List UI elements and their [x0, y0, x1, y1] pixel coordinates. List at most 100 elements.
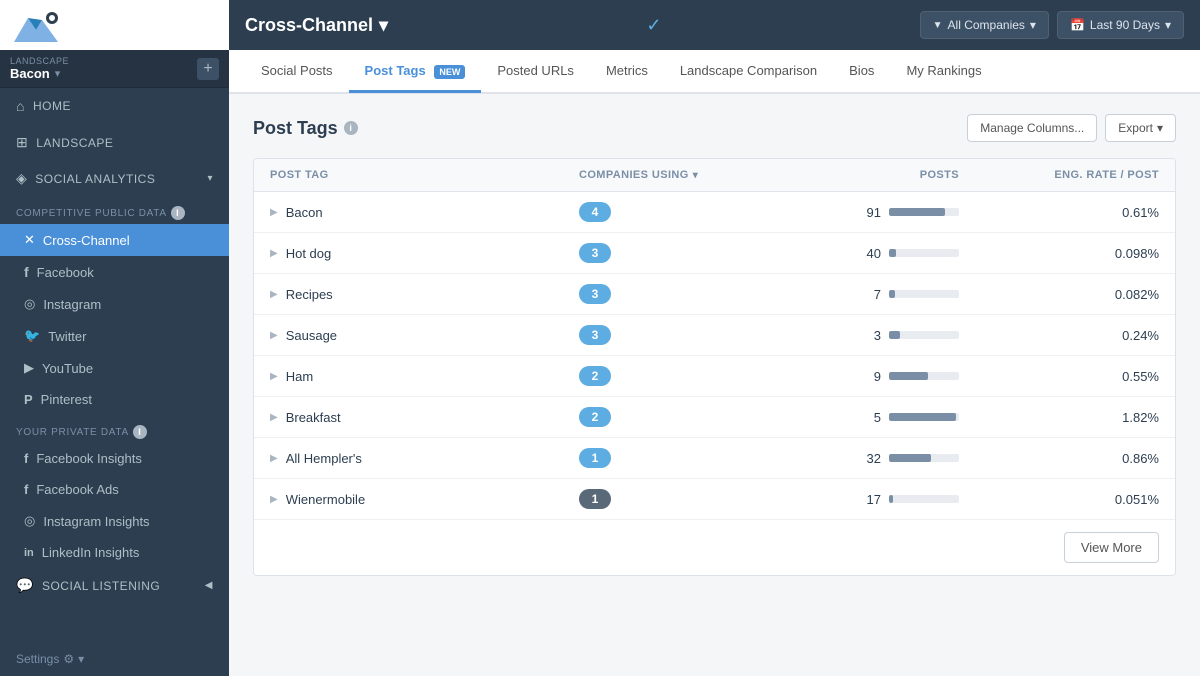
table-row: ▶ Bacon 4 91 0.61%: [254, 192, 1175, 233]
tag-cell-6: ▶ All Hempler's: [270, 451, 579, 466]
companies-cell-6: 1: [579, 448, 799, 468]
eng-cell-1: 0.098%: [959, 246, 1159, 261]
instagram-icon: ◎: [24, 296, 35, 312]
sidebar-item-instagram[interactable]: ◎ Instagram: [0, 288, 229, 320]
sidebar-item-pinterest[interactable]: P Pinterest: [0, 384, 229, 415]
main-content: Cross-Channel ▾ ✓ ▼ All Companies ▾ 📅 La…: [229, 0, 1200, 676]
tag-cell-3: ▶ Sausage: [270, 328, 579, 343]
sidebar-item-facebook[interactable]: f Facebook: [0, 256, 229, 288]
tag-name-7: Wienermobile: [286, 492, 365, 507]
youtube-icon: ▶: [24, 360, 34, 376]
tab-landscape-comparison[interactable]: Landscape Comparison: [664, 51, 833, 93]
tag-cell-5: ▶ Breakfast: [270, 410, 579, 425]
col-companies-header[interactable]: Companies Using ▾: [579, 169, 799, 181]
social-analytics-label: SOCIAL ANALYTICS: [35, 172, 155, 186]
tab-social-posts[interactable]: Social Posts: [245, 51, 349, 93]
sidebar-item-social-listening[interactable]: 💬 SOCIAL LISTENING ◀: [0, 568, 229, 603]
sidebar-item-landscape[interactable]: ⊞ LANDSCAPE: [0, 124, 229, 161]
col-eng-header: Eng. Rate / Post: [959, 169, 1159, 181]
sidebar-item-landscape-label: LANDSCAPE: [36, 136, 113, 150]
table-row: ▶ Ham 2 9 0.55%: [254, 356, 1175, 397]
sidebar: LANDSCAPE Bacon ▾ + ⌂ HOME ⊞ LANDSCAPE ◈…: [0, 0, 229, 676]
fb-ads-icon: f: [24, 482, 28, 497]
tag-name-6: All Hempler's: [286, 451, 362, 466]
sidebar-item-youtube-label: YouTube: [42, 361, 93, 376]
tag-name-4: Ham: [286, 369, 313, 384]
sidebar-item-youtube[interactable]: ▶ YouTube: [0, 352, 229, 384]
sidebar-item-twitter-label: Twitter: [48, 329, 86, 344]
tab-posted-urls[interactable]: Posted URLs: [481, 51, 590, 93]
private-info-icon: i: [133, 425, 147, 439]
eng-cell-3: 0.24%: [959, 328, 1159, 343]
companies-cell-3: 3: [579, 325, 799, 345]
sidebar-item-pinterest-label: Pinterest: [41, 392, 92, 407]
sidebar-item-instagram-insights[interactable]: ◎ Instagram Insights: [0, 505, 229, 537]
sidebar-item-home[interactable]: ⌂ HOME: [0, 88, 229, 124]
sidebar-item-linkedin-insights[interactable]: in LinkedIn Insights: [0, 537, 229, 568]
sidebar-item-social-analytics[interactable]: ◈ SOCIAL ANALYTICS ▾: [0, 161, 229, 196]
eng-cell-2: 0.082%: [959, 287, 1159, 302]
posts-bar-5: [889, 413, 959, 421]
sidebar-item-facebook-ads[interactable]: f Facebook Ads: [0, 474, 229, 505]
competitive-info-icon: i: [171, 206, 185, 220]
expand-icon-5[interactable]: ▶: [270, 412, 278, 423]
eng-cell-7: 0.051%: [959, 492, 1159, 507]
private-section-header: YOUR PRIVATE DATA i: [0, 415, 229, 443]
posts-cell-3: 3: [799, 328, 959, 343]
companies-cell-5: 2: [579, 407, 799, 427]
tab-metrics[interactable]: Metrics: [590, 51, 664, 93]
companies-cell-7: 1: [579, 489, 799, 509]
tab-post-tags-label: Post Tags: [365, 63, 426, 78]
content-area: Post Tags i Manage Columns... Export ▾ P…: [229, 94, 1200, 676]
ig-insights-icon: ◎: [24, 513, 35, 529]
posts-bar-fill-4: [889, 372, 928, 380]
twitter-icon: 🐦: [24, 328, 40, 344]
table-header: Post Tag Companies Using ▾ Posts Eng. Ra…: [254, 159, 1175, 192]
sidebar-item-twitter[interactable]: 🐦 Twitter: [0, 320, 229, 352]
expand-icon-3[interactable]: ▶: [270, 330, 278, 341]
table-row: ▶ Hot dog 3 40 0.098%: [254, 233, 1175, 274]
posts-bar-1: [889, 249, 959, 257]
topbar: Cross-Channel ▾ ✓ ▼ All Companies ▾ 📅 La…: [229, 0, 1200, 50]
sidebar-item-facebook-insights[interactable]: f Facebook Insights: [0, 443, 229, 474]
all-companies-label: All Companies: [948, 18, 1025, 32]
social-listening-icon: 💬: [16, 577, 34, 594]
expand-icon-4[interactable]: ▶: [270, 371, 278, 382]
posts-bar-fill-1: [889, 249, 896, 257]
posts-cell-4: 9: [799, 369, 959, 384]
tab-bios[interactable]: Bios: [833, 51, 890, 93]
manage-columns-button[interactable]: Manage Columns...: [967, 114, 1097, 142]
expand-icon-7[interactable]: ▶: [270, 494, 278, 505]
posts-num-7: 17: [857, 492, 881, 507]
page-title-row: Post Tags i: [253, 118, 358, 139]
companies-badge-5: 2: [579, 407, 611, 427]
add-landscape-button[interactable]: +: [197, 58, 219, 80]
export-button[interactable]: Export ▾: [1105, 114, 1176, 142]
fb-insights-icon: f: [24, 451, 28, 466]
settings-label: Settings: [16, 652, 59, 666]
all-companies-button[interactable]: ▼ All Companies ▾: [920, 11, 1049, 39]
social-listening-label: SOCIAL LISTENING: [42, 579, 160, 593]
expand-icon-1[interactable]: ▶: [270, 248, 278, 259]
landscape-selector[interactable]: LANDSCAPE Bacon ▾ +: [0, 50, 229, 88]
topbar-check-icon: ✓: [646, 15, 661, 36]
companies-cell-2: 3: [579, 284, 799, 304]
calendar-icon: 📅: [1070, 18, 1085, 32]
tab-post-tags[interactable]: Post Tags NEW: [349, 51, 482, 93]
social-analytics-icon: ◈: [16, 170, 27, 187]
all-companies-chevron-icon: ▾: [1030, 18, 1036, 32]
expand-icon-6[interactable]: ▶: [270, 453, 278, 464]
expand-icon-2[interactable]: ▶: [270, 289, 278, 300]
date-range-button[interactable]: 📅 Last 90 Days ▾: [1057, 11, 1184, 39]
logo-area: [0, 0, 229, 50]
tag-cell-1: ▶ Hot dog: [270, 246, 579, 261]
posts-bar-4: [889, 372, 959, 380]
posts-bar-6: [889, 454, 959, 462]
view-more-button[interactable]: View More: [1064, 532, 1159, 563]
sidebar-item-cross-channel[interactable]: ✕ Cross-Channel: [0, 224, 229, 256]
expand-icon-0[interactable]: ▶: [270, 207, 278, 218]
tab-my-rankings[interactable]: My Rankings: [890, 51, 997, 93]
posts-bar-fill-0: [889, 208, 945, 216]
settings-link[interactable]: Settings ⚙ ▾: [0, 642, 229, 676]
tabs-bar: Social Posts Post Tags NEW Posted URLs M…: [229, 50, 1200, 94]
